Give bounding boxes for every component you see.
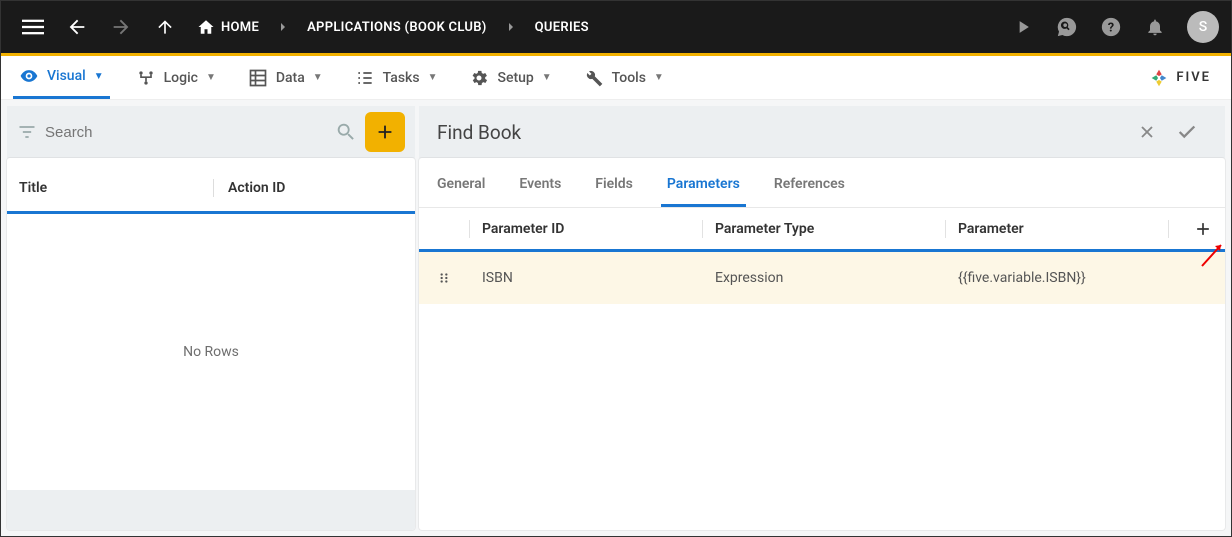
nav-left: HOME APPLICATIONS (BOOK CLUB) QUERIES bbox=[13, 1, 597, 53]
tab-tasks[interactable]: Tasks▼ bbox=[349, 58, 444, 98]
topbar-right: ? S bbox=[1003, 7, 1219, 47]
list-panel: Title Action ID No Rows bbox=[7, 158, 415, 530]
close-icon[interactable] bbox=[1127, 112, 1167, 152]
menu-bar: Visual▼ Logic▼ Data▼ Tasks▼ Setup▼ Tools… bbox=[1, 56, 1231, 100]
search-chat-icon[interactable] bbox=[1047, 7, 1087, 47]
search-input[interactable] bbox=[45, 124, 327, 141]
main-area: Title Action ID No Rows Find Book Genera… bbox=[1, 100, 1231, 536]
column-parameter-id[interactable]: Parameter ID bbox=[482, 221, 702, 237]
chevron-right-icon bbox=[271, 19, 295, 35]
svg-text:?: ? bbox=[1108, 21, 1114, 36]
column-title[interactable]: Title bbox=[19, 180, 199, 196]
play-icon[interactable] bbox=[1003, 7, 1043, 47]
tab-label: Tasks bbox=[383, 70, 420, 86]
parameters-table-header: Parameter ID Parameter Type Parameter bbox=[419, 208, 1225, 252]
detail-panel: General Events Fields Parameters Referen… bbox=[419, 158, 1225, 530]
tab-setup[interactable]: Setup▼ bbox=[463, 58, 557, 98]
detail-header: Find Book bbox=[419, 106, 1225, 158]
forward-icon[interactable] bbox=[101, 7, 141, 47]
subtab-general[interactable]: General bbox=[431, 166, 491, 207]
table-row[interactable]: ISBN Expression {{five.variable.ISBN}} bbox=[419, 252, 1225, 304]
breadcrumb-label: APPLICATIONS (BOOK CLUB) bbox=[307, 20, 487, 35]
tab-logic[interactable]: Logic▼ bbox=[130, 58, 222, 98]
chevron-right-icon bbox=[499, 19, 523, 35]
hamburger-icon[interactable] bbox=[13, 7, 53, 47]
no-rows-message: No Rows bbox=[7, 214, 415, 490]
top-bar: HOME APPLICATIONS (BOOK CLUB) QUERIES ? … bbox=[1, 1, 1231, 53]
left-pane: Title Action ID No Rows bbox=[1, 100, 415, 536]
search-icon[interactable] bbox=[335, 121, 357, 143]
drag-handle-icon[interactable] bbox=[419, 271, 469, 285]
sub-tabs: General Events Fields Parameters Referen… bbox=[419, 166, 1225, 208]
breadcrumb-label: QUERIES bbox=[535, 20, 589, 35]
add-button[interactable] bbox=[365, 112, 405, 152]
tab-visual[interactable]: Visual▼ bbox=[13, 56, 110, 99]
tab-label: Visual bbox=[47, 68, 86, 84]
page-title: Find Book bbox=[437, 121, 1127, 144]
home-icon bbox=[197, 18, 215, 36]
tab-label: Logic bbox=[164, 70, 198, 86]
column-parameter[interactable]: Parameter bbox=[958, 221, 1168, 237]
bell-icon[interactable] bbox=[1135, 7, 1175, 47]
cell-parameter-type: Expression bbox=[715, 270, 945, 286]
back-icon[interactable] bbox=[57, 7, 97, 47]
tab-data[interactable]: Data▼ bbox=[242, 58, 329, 98]
filter-icon[interactable] bbox=[17, 122, 37, 142]
right-pane: Find Book General Events Fields Paramete… bbox=[415, 100, 1231, 536]
list-header: Title Action ID bbox=[7, 164, 415, 214]
up-icon[interactable] bbox=[145, 7, 185, 47]
tab-label: Data bbox=[276, 70, 305, 86]
tab-label: Setup bbox=[497, 70, 533, 86]
avatar[interactable]: S bbox=[1187, 11, 1219, 43]
cell-parameter: {{five.variable.ISBN}} bbox=[958, 270, 1181, 286]
avatar-initial: S bbox=[1199, 19, 1207, 35]
breadcrumb-applications[interactable]: APPLICATIONS (BOOK CLUB) bbox=[299, 1, 495, 53]
subtab-parameters[interactable]: Parameters bbox=[661, 166, 746, 207]
breadcrumb-home[interactable]: HOME bbox=[189, 1, 267, 53]
subtab-events[interactable]: Events bbox=[513, 166, 567, 207]
tab-label: Tools bbox=[612, 70, 646, 86]
cell-parameter-id: ISBN bbox=[482, 270, 702, 286]
brand-logo: FIVE bbox=[1148, 67, 1211, 89]
subtab-references[interactable]: References bbox=[768, 166, 851, 207]
subtab-fields[interactable]: Fields bbox=[589, 166, 639, 207]
add-parameter-button[interactable] bbox=[1181, 219, 1225, 239]
column-parameter-type[interactable]: Parameter Type bbox=[715, 221, 945, 237]
brand-text: FIVE bbox=[1176, 70, 1211, 85]
confirm-icon[interactable] bbox=[1167, 112, 1207, 152]
breadcrumb-label: HOME bbox=[221, 20, 259, 35]
search-bar bbox=[7, 106, 415, 158]
breadcrumb-queries[interactable]: QUERIES bbox=[527, 1, 597, 53]
help-icon[interactable]: ? bbox=[1091, 7, 1131, 47]
tab-tools[interactable]: Tools▼ bbox=[578, 58, 670, 98]
column-action-id[interactable]: Action ID bbox=[228, 180, 285, 196]
